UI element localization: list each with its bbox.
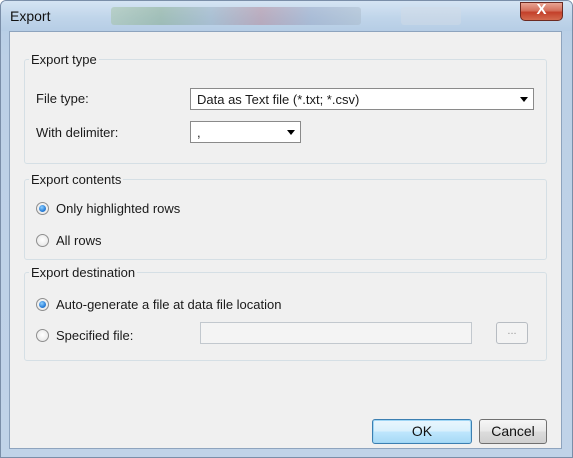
close-icon: X [536, 1, 547, 18]
file-type-label: File type: [36, 91, 89, 106]
browse-button[interactable]: ... [496, 322, 528, 344]
radio-specified-file[interactable]: Specified file: [36, 327, 176, 345]
radio-only-highlighted-rows[interactable]: Only highlighted rows [36, 200, 236, 218]
titlebar-background-decoration-2 [401, 7, 461, 25]
radio-all-rows[interactable]: All rows [36, 232, 156, 250]
close-button[interactable]: X [520, 1, 563, 21]
chevron-down-icon [520, 97, 528, 102]
radio-button[interactable] [36, 234, 49, 247]
delimiter-selected-value: , [197, 125, 201, 140]
chevron-down-icon [287, 130, 295, 135]
export-contents-legend: Export contents [31, 172, 122, 187]
window-title: Export [10, 8, 51, 24]
delimiter-select[interactable]: , [190, 121, 301, 143]
file-type-selected-value: Data as Text file (*.txt; *.csv) [197, 92, 360, 107]
export-type-legend: Export type [31, 52, 97, 67]
dialog-client-area: Export type File type: Data as Text file… [9, 31, 562, 449]
radio-label: All rows [56, 233, 102, 248]
radio-label: Auto-generate a file at data file locati… [56, 297, 282, 312]
radio-button[interactable] [36, 329, 49, 342]
title-bar[interactable]: Export X [1, 1, 572, 31]
radio-button-checked[interactable] [36, 298, 49, 311]
titlebar-background-decoration [111, 7, 361, 25]
file-type-select[interactable]: Data as Text file (*.txt; *.csv) [190, 88, 534, 110]
specified-file-input[interactable] [200, 322, 472, 344]
export-dialog-window: Export X Export type File type: Data as … [0, 0, 573, 458]
radio-label: Only highlighted rows [56, 201, 181, 216]
delimiter-label: With delimiter: [36, 125, 119, 140]
radio-label: Specified file: [56, 328, 134, 343]
ok-button[interactable]: OK [372, 419, 472, 444]
radio-auto-generate-file[interactable]: Auto-generate a file at data file locati… [36, 296, 356, 314]
cancel-button[interactable]: Cancel [479, 419, 547, 444]
export-destination-legend: Export destination [31, 265, 136, 280]
radio-button-checked[interactable] [36, 202, 49, 215]
